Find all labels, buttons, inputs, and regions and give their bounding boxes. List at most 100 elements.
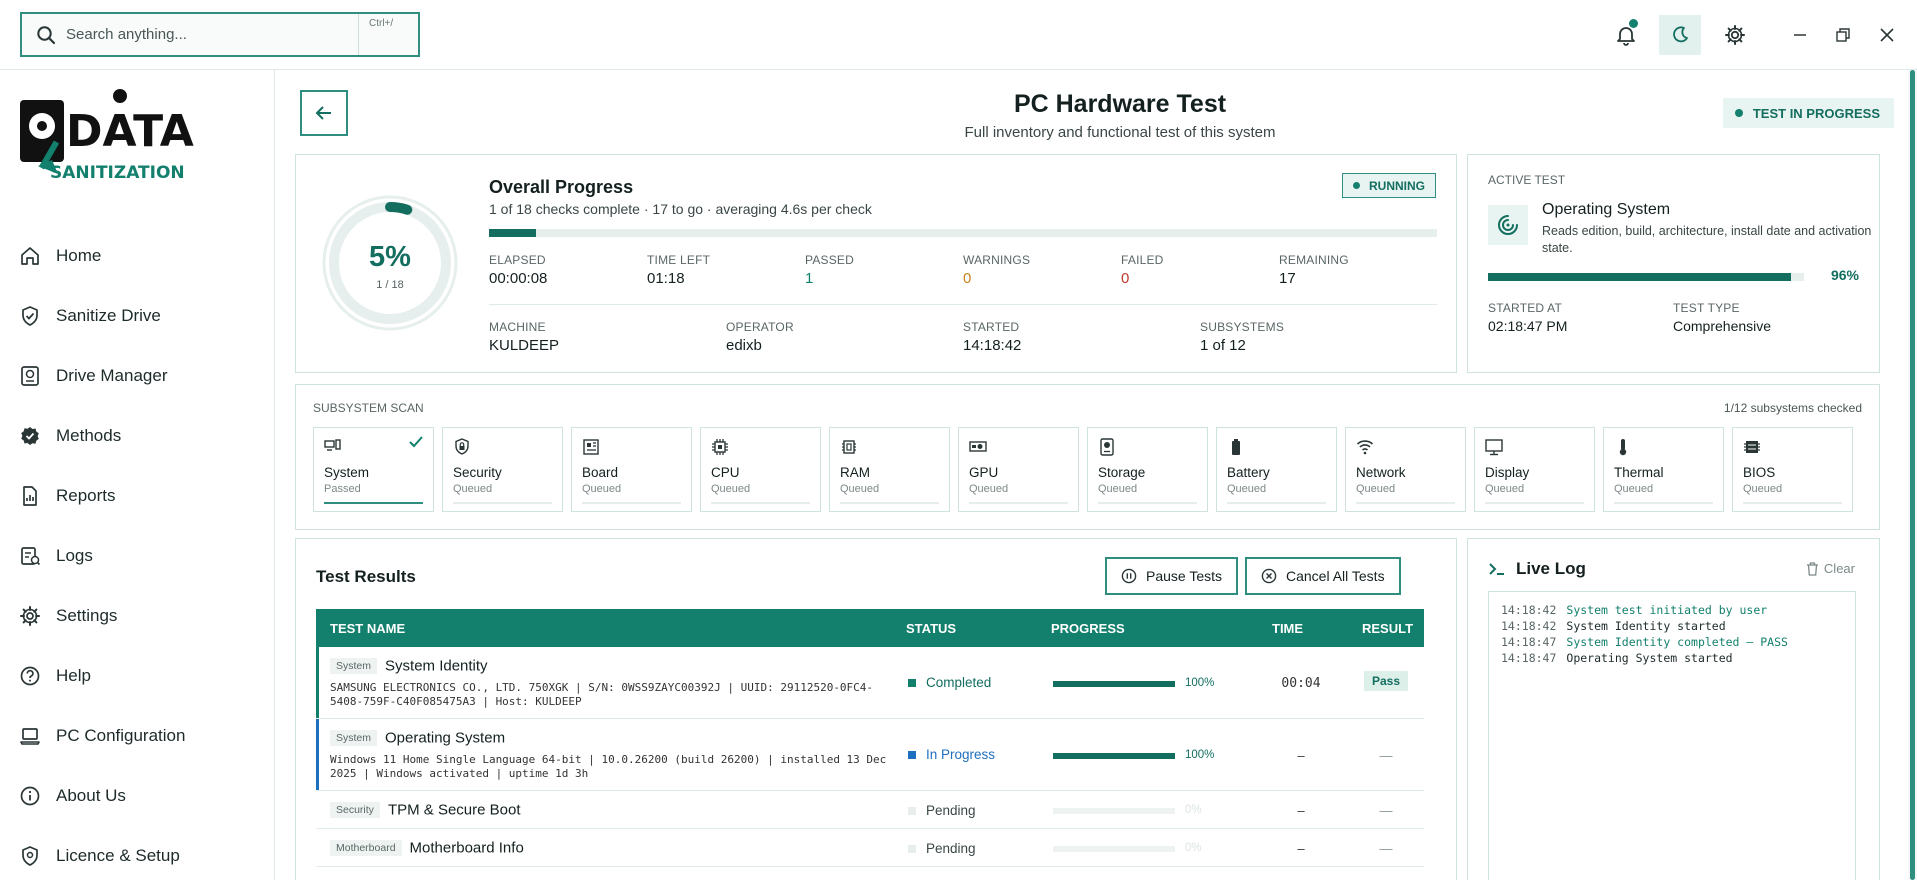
sidebar-item-pc-configuration[interactable]: PC Configuration: [0, 706, 275, 766]
cancel-icon: [1261, 568, 1277, 584]
log-message: System test initiated by user: [1566, 603, 1768, 617]
arrow-left-icon: [315, 106, 331, 120]
test-results-title: Test Results: [316, 567, 416, 586]
test-name-cell: Security TPM & Secure Boot: [330, 801, 521, 819]
search-box[interactable]: Ctrl+/: [20, 12, 420, 57]
minimize-button[interactable]: [1779, 15, 1821, 55]
pause-icon: [1121, 568, 1137, 584]
status-text: In Progress: [926, 747, 996, 762]
row-time: –: [1297, 748, 1305, 763]
notifications-button[interactable]: [1605, 15, 1647, 55]
sidebar-item-reports[interactable]: Reports: [0, 466, 275, 526]
badge-check-icon: [21, 427, 39, 445]
subsystem-name: RAM: [840, 465, 870, 480]
sidebar: DATA SANITIZATION Home Sanitize Drive Dr…: [0, 70, 275, 880]
cancel-all-tests-label: Cancel All Tests: [1286, 568, 1385, 584]
test-tag: System: [330, 657, 378, 674]
sidebar-item-label: Home: [56, 246, 102, 265]
restore-button[interactable]: [1822, 15, 1864, 55]
meta-value: 14:18:42: [963, 337, 1022, 354]
subsystem-name: Storage: [1098, 465, 1146, 480]
sidebar-item-settings[interactable]: Settings: [0, 586, 275, 646]
running-badge: RUNNING: [1342, 173, 1436, 198]
table-row[interactable]: Security TPM & Secure Boot Pending 0% – —: [316, 791, 1424, 829]
cancel-all-tests-button[interactable]: Cancel All Tests: [1245, 557, 1401, 595]
running-dot: [1353, 182, 1360, 189]
row-progress-bar: [1053, 753, 1175, 759]
sidebar-item-drive-manager[interactable]: Drive Manager: [0, 346, 275, 406]
stat-label: TIME LEFT: [647, 253, 711, 267]
scrollbar-thumb[interactable]: [1910, 70, 1915, 880]
column-header: TEST NAME: [330, 621, 406, 636]
subsystem-status: Queued: [1614, 483, 1654, 495]
theme-toggle-button[interactable]: [1659, 15, 1701, 55]
test-name: Motherboard Info: [409, 839, 524, 857]
column-header: TIME: [1272, 621, 1304, 636]
subsystem-tile-thermal[interactable]: Thermal Queued: [1603, 427, 1724, 512]
top-bar: Ctrl+/: [0, 0, 1917, 70]
sidebar-item-home[interactable]: Home: [0, 226, 275, 286]
sidebar-item-methods[interactable]: Methods: [0, 406, 275, 466]
subsystem-tile-battery[interactable]: Battery Queued: [1216, 427, 1337, 512]
minimize-icon: [1794, 34, 1806, 36]
subsystem-name: Battery: [1227, 465, 1270, 480]
subsystem-tile-gpu[interactable]: GPU Queued: [958, 427, 1079, 512]
table-row[interactable]: System Operating System Windows 11 Home S…: [316, 719, 1424, 791]
stat-failed: FAILED 0: [1121, 253, 1164, 287]
subsystem-tile-storage[interactable]: Storage Queued: [1087, 427, 1208, 512]
subsystem-tile-board[interactable]: Board Queued: [571, 427, 692, 512]
sidebar-item-sanitize-drive[interactable]: Sanitize Drive: [0, 286, 275, 346]
subsystem-tile-security[interactable]: Security Queued: [442, 427, 563, 512]
status-indicator: [908, 750, 916, 759]
scrollbar[interactable]: [1908, 70, 1917, 880]
search-input[interactable]: [66, 26, 346, 43]
subsystem-tile-network[interactable]: Network Queued: [1345, 427, 1466, 512]
subsystem-tile-display[interactable]: Display Queued: [1474, 427, 1595, 512]
sidebar-item-help[interactable]: Help: [0, 646, 275, 706]
meta-value: edixb: [726, 337, 762, 354]
row-time: –: [1297, 803, 1305, 818]
status-cell: Pending: [908, 841, 976, 856]
stat-time-left: TIME LEFT 01:18: [647, 253, 710, 287]
log-time: 14:18:47: [1501, 651, 1557, 665]
row-progress-percent: 0%: [1185, 804, 1202, 816]
lock-shield-icon: [455, 438, 469, 455]
status-indicator: [908, 844, 916, 853]
pause-tests-button[interactable]: Pause Tests: [1105, 557, 1239, 595]
sidebar-item-label: Help: [56, 666, 91, 685]
sidebar-item-about-us[interactable]: About Us: [0, 766, 275, 826]
table-row[interactable]: Motherboard Motherboard Info Pending 0% –…: [316, 829, 1424, 867]
back-button[interactable]: [300, 90, 348, 136]
subsystem-tile-ram[interactable]: RAM Queued: [829, 427, 950, 512]
svg-text:DATA: DATA: [66, 106, 194, 157]
logs-icon: [21, 547, 41, 566]
test-name: Operating System: [385, 729, 506, 747]
live-log-card: Live Log Clear 14:18:42 System test initi…: [1467, 538, 1880, 880]
status-text: Pending: [926, 803, 976, 818]
system-icon: [324, 439, 341, 451]
thermometer-icon: [1619, 439, 1627, 456]
subsystem-tile-bios[interactable]: BIOS Queued: [1732, 427, 1853, 512]
clear-log-button[interactable]: Clear: [1806, 561, 1855, 576]
pass-badge: Pass: [1363, 671, 1409, 691]
live-log-title: Live Log: [1488, 559, 1586, 579]
subsystem-status: Queued: [840, 483, 880, 495]
subsystem-scan-count: 1/12 subsystems checked: [1723, 401, 1862, 415]
info-icon: [20, 786, 40, 806]
log-message: System Identity started: [1566, 619, 1726, 633]
sidebar-item-logs[interactable]: Logs: [0, 526, 275, 586]
subsystem-tile-cpu[interactable]: CPU Queued: [700, 427, 821, 512]
table-row[interactable]: System System Identity SAMSUNG ELECTRONIC…: [316, 647, 1424, 719]
meta-label: STARTED: [963, 320, 1020, 334]
log-time: 14:18:42: [1501, 619, 1557, 633]
close-button[interactable]: [1866, 15, 1908, 55]
meta-label: STARTED AT: [1488, 301, 1563, 315]
settings-button[interactable]: [1714, 15, 1756, 55]
column-header: STATUS: [906, 621, 957, 636]
subsystem-progress-line: [453, 502, 552, 504]
sidebar-item-licence-setup[interactable]: Licence & Setup: [0, 826, 275, 880]
subsystem-tile-system[interactable]: System Passed: [313, 427, 434, 512]
log-message: Operating System started: [1566, 651, 1733, 665]
active-test-progress-bar: [1488, 273, 1804, 281]
svg-text:SANITIZATION: SANITIZATION: [50, 163, 185, 183]
